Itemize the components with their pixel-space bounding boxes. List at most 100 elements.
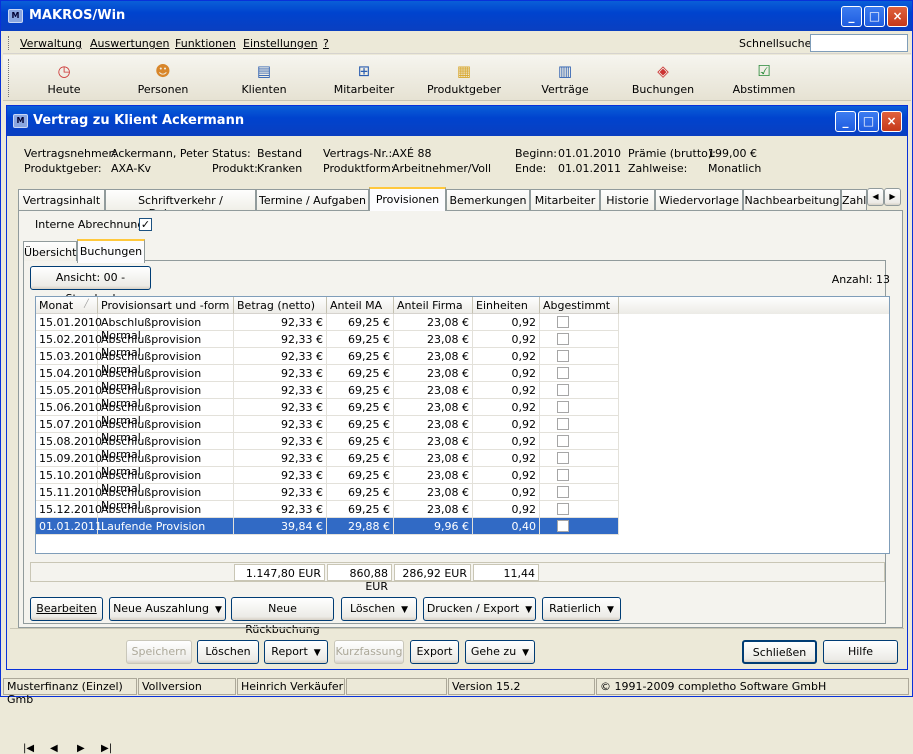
kurzfassung-button[interactable]: Kurzfassung [334, 640, 404, 664]
tab-mitarbeiter[interactable]: Mitarbeiter [530, 189, 600, 210]
dialog-maximize-button[interactable]: □ [858, 111, 879, 132]
col-anteil-firma[interactable]: Anteil Firma [394, 297, 473, 314]
col-betrag[interactable]: Betrag (netto) [234, 297, 327, 314]
first-record-button[interactable]: |◀ [23, 743, 34, 754]
table-cell: 23,08 € [394, 484, 473, 501]
toolbar-personen-button[interactable]: ☻ Personen [118, 57, 208, 99]
abgestimmt-checkbox[interactable] [557, 401, 569, 413]
quick-search-input[interactable] [810, 34, 908, 52]
abgestimmt-checkbox[interactable] [557, 435, 569, 447]
table-row[interactable]: 15.10.2010 Abschlußprovision Normal 92,33 … [36, 467, 619, 495]
abgestimmt-checkbox[interactable] [557, 503, 569, 515]
tab-scroll-right-button[interactable]: ▶ [884, 188, 901, 206]
prev-record-button[interactable]: ◀ [50, 743, 58, 754]
abgestimmt-checkbox[interactable] [557, 384, 569, 396]
subtab-uebersicht[interactable]: Übersicht [23, 241, 77, 262]
bearbeiten-button[interactable]: Bearbeiten [30, 597, 103, 621]
menu-funktionen[interactable]: Funktionen [175, 37, 236, 50]
col-abgestimmt[interactable]: Abgestimmt [540, 297, 619, 314]
tab-provisionen[interactable]: Provisionen [369, 187, 446, 211]
table-row[interactable]: 15.06.2010 Abschlußprovision Normal 92,33 … [36, 399, 619, 427]
abgestimmt-checkbox[interactable] [557, 367, 569, 379]
table-row[interactable]: 15.12.2010Abschlußprovision Normal92,33 … [36, 501, 619, 529]
subtab-buchungen[interactable]: Buchungen [77, 239, 145, 263]
report-button[interactable]: Report ▼ [264, 640, 328, 664]
abgestimmt-checkbox[interactable] [557, 350, 569, 362]
loeschen-button[interactable]: Löschen [197, 640, 259, 664]
table-row[interactable]: 15.04.2010 Abschlußprovision Normal 92,33 … [36, 365, 619, 393]
toolbar-buchungen-button[interactable]: ◈ Buchungen [618, 57, 708, 99]
abgestimmt-checkbox[interactable] [557, 418, 569, 430]
interne-abrechnung-checkbox[interactable]: ✓ [139, 218, 152, 231]
export-button[interactable]: Export [410, 640, 459, 664]
speichern-button[interactable]: Speichern [126, 640, 192, 664]
abgestimmt-checkbox[interactable] [557, 333, 569, 345]
schliessen-button[interactable]: Schließen [742, 640, 817, 664]
minimize-button[interactable]: _ [841, 6, 862, 27]
menu-auswertungen[interactable]: Auswertungen [90, 37, 170, 50]
menu-help[interactable]: ? [323, 37, 329, 50]
toolbar-mitarbeiter-button[interactable]: ⊞ Mitarbeiter [319, 57, 409, 99]
total-betrag: 1.147,80 EUR [234, 564, 325, 581]
status-label: Status: [212, 147, 251, 160]
last-record-button[interactable]: ▶| [101, 743, 112, 754]
tab-wiedervorlage[interactable]: Wiedervorlage [655, 189, 743, 210]
toolbar-produktgeber-button[interactable]: ▦ Produktgeber [419, 57, 509, 99]
table-cell: 23,08 € [394, 365, 473, 382]
neue-rueckbuchung-button[interactable]: Neue Rückbuchung [231, 597, 334, 636]
table-row[interactable]: 15.11.2010 Abschlußprovision Normal 92,33 … [36, 484, 619, 512]
toolbar-abstimmen-button[interactable]: ☑ Abstimmen [719, 57, 809, 99]
abgestimmt-checkbox[interactable] [557, 469, 569, 481]
table-row[interactable]: 15.03.2010 Abschlußprovision Normal 92,33 … [36, 348, 619, 376]
ansicht-button[interactable]: Ansicht: 00 - Standard [30, 266, 151, 305]
dialog-minimize-button[interactable]: _ [835, 111, 856, 132]
table-row[interactable]: 15.01.2010 Abschlußprovision Normal 92,33 … [36, 314, 619, 342]
praemie-label: Prämie (brutto): [628, 147, 716, 160]
table-row[interactable]: 15.08.2010 Abschlußprovision Normal 92,33 … [36, 433, 619, 461]
col-provisionsart[interactable]: Provisionsart und -form [98, 297, 234, 314]
dialog-close-button[interactable]: × [881, 111, 902, 132]
drucken-export-button[interactable]: Drucken / Export ▼ [423, 597, 536, 621]
abgestimmt-checkbox[interactable] [557, 520, 569, 532]
tab-zahlungen[interactable]: Zahlu [841, 189, 867, 210]
tab-schriftverkehr[interactable]: Schriftverkehr / Dokumente [105, 189, 256, 220]
table-row[interactable]: 15.05.2010 Abschlußprovision Normal 92,33 … [36, 382, 619, 410]
toolbar-vertraege-button[interactable]: ▥ Verträge [520, 57, 610, 99]
main-window: M MAKROS/Win _ □ × Verwaltung Auswertung… [0, 0, 913, 754]
col-anteil-ma[interactable]: Anteil MA [327, 297, 394, 314]
hilfe-button[interactable]: Hilfe [823, 640, 898, 664]
abgestimmt-checkbox[interactable] [557, 316, 569, 328]
next-record-button[interactable]: ▶ [77, 743, 85, 754]
toolbar-grip[interactable] [8, 59, 11, 97]
tab-vertragsinhalt[interactable]: Vertragsinhalt [18, 189, 105, 210]
table-cell: 69,25 € [327, 365, 394, 382]
tab-termine[interactable]: Termine / Aufgaben [256, 189, 369, 210]
table-cell: 15.12.2010 [36, 501, 102, 518]
abgestimmt-checkbox[interactable] [557, 486, 569, 498]
tab-nachbearbeitung[interactable]: Nachbearbeitung [743, 189, 841, 210]
table-row[interactable]: 15.02.2010 Abschlußprovision Normal 92,33 … [36, 331, 619, 359]
sort-arrow-icon: ╱ [84, 299, 89, 308]
abgestimmt-checkbox[interactable] [557, 452, 569, 464]
neue-auszahlung-button[interactable]: Neue Auszahlung ▼ [109, 597, 226, 621]
menu-einstellungen[interactable]: Einstellungen [243, 37, 318, 50]
menu-grip[interactable] [8, 36, 11, 50]
toolbar-heute-button[interactable]: ◷ Heute [19, 57, 109, 99]
table-row[interactable]: 15.07.2010 Abschlußprovision Normal 92,33 … [36, 416, 619, 444]
toolbar-klienten-button[interactable]: ▤ Klienten [219, 57, 309, 99]
tab-scroll-left-button[interactable]: ◀ [867, 188, 884, 206]
dialog-titlebar[interactable]: M Vertrag zu Klient Ackermann _ □ × [7, 106, 907, 136]
loeschen-action-button[interactable]: Löschen ▼ [341, 597, 417, 621]
menu-verwaltung[interactable]: Verwaltung [20, 37, 82, 50]
app-titlebar[interactable]: M MAKROS/Win _ □ × [1, 1, 912, 31]
table-row[interactable]: 15.09.2010 Abschlußprovision Normal 92,33 … [36, 450, 619, 478]
maximize-button[interactable]: □ [864, 6, 885, 27]
table-row[interactable]: 01.01.2011 Laufende Provision 39,84 €29,88… [36, 518, 619, 535]
tab-historie[interactable]: Historie [600, 189, 655, 210]
close-button[interactable]: × [887, 6, 908, 27]
ratierlich-button[interactable]: Ratierlich ▼ [542, 597, 621, 621]
vertragsnr-label: Vertrags-Nr.: [323, 147, 393, 160]
col-einheiten[interactable]: Einheiten [473, 297, 540, 314]
gehe-zu-button[interactable]: Gehe zu ▼ [465, 640, 535, 664]
tab-bemerkungen[interactable]: Bemerkungen [446, 189, 530, 210]
